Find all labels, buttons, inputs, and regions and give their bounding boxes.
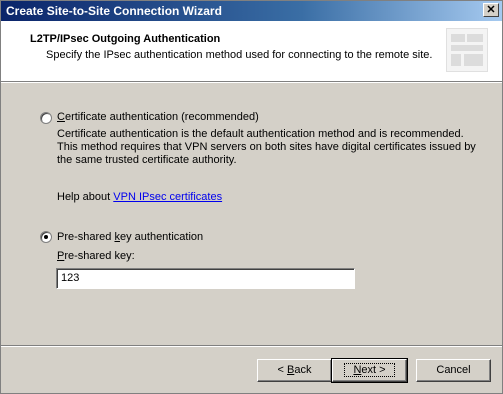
preshared-key-label: Pre-shared key:	[57, 250, 135, 262]
vpn-ipsec-certificates-link[interactable]: VPN IPsec certificates	[113, 191, 222, 203]
wizard-logo-icon	[446, 28, 488, 72]
back-button[interactable]: < Back	[257, 359, 332, 382]
close-icon: ✕	[486, 4, 496, 16]
preshared-auth-label[interactable]: Pre-shared key authentication	[57, 231, 203, 243]
footer-divider	[1, 345, 502, 347]
cancel-button[interactable]: Cancel	[416, 359, 491, 382]
help-text: Help about VPN IPsec certificates	[57, 191, 223, 203]
wizard-header: L2TP/IPsec Outgoing Authentication Speci…	[1, 21, 502, 81]
preshared-auth-radio[interactable]	[40, 231, 52, 243]
certificate-auth-radio[interactable]	[40, 112, 52, 124]
certificate-auth-description: Certificate authentication is the defaul…	[57, 128, 476, 166]
wizard-window: Create Site-to-Site Connection Wizard ✕ …	[0, 0, 503, 394]
preshared-key-input[interactable]: 123	[56, 268, 355, 289]
close-button[interactable]: ✕	[483, 3, 499, 17]
title-bar[interactable]: Create Site-to-Site Connection Wizard ✕	[1, 1, 502, 21]
next-button[interactable]: Next >	[331, 358, 408, 383]
page-title: L2TP/IPsec Outgoing Authentication	[30, 33, 221, 45]
window-title: Create Site-to-Site Connection Wizard	[6, 4, 222, 18]
header-divider	[1, 81, 502, 83]
page-subtitle: Specify the IPsec authentication method …	[46, 49, 433, 61]
radio-selected-dot	[44, 235, 48, 239]
certificate-auth-label[interactable]: Certificate authentication (recommended)	[57, 111, 259, 123]
